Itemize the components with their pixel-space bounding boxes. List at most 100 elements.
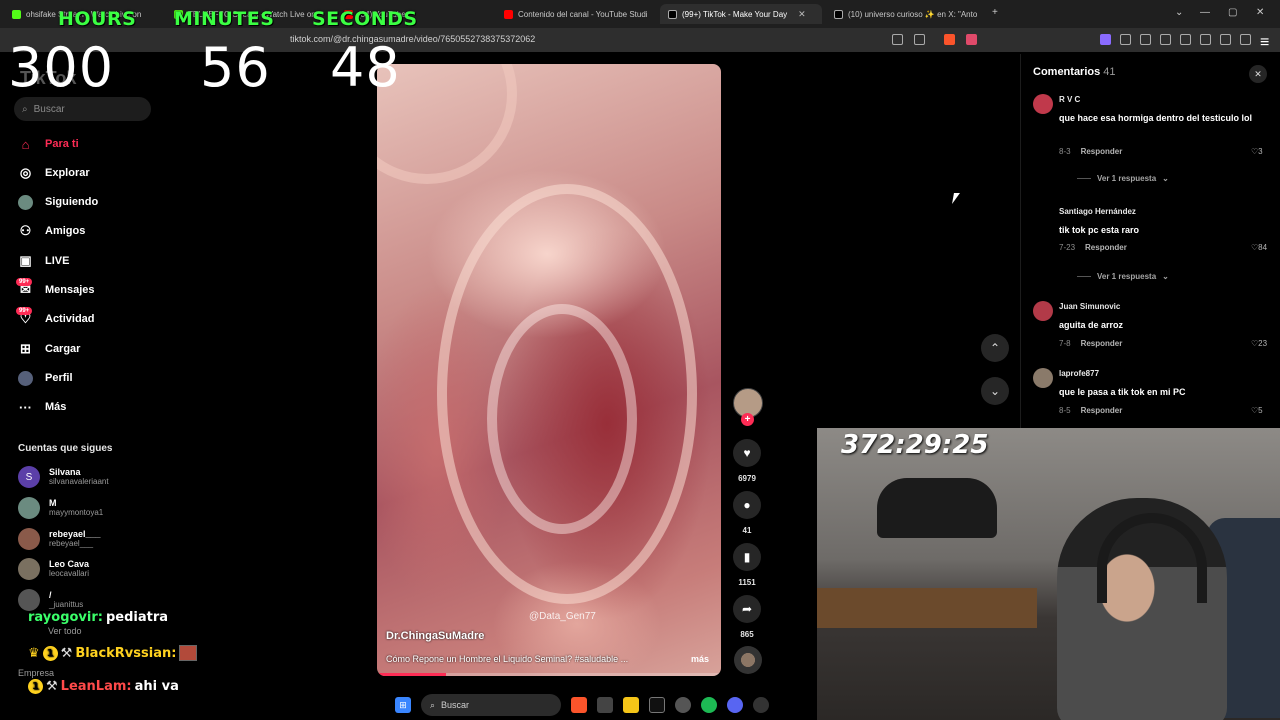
wallet-icon[interactable]	[1200, 34, 1211, 45]
more-button[interactable]: más	[691, 654, 709, 664]
nav-label: Para ti	[45, 138, 79, 150]
share-button[interactable]: ➦	[733, 595, 761, 623]
view-replies-button[interactable]: Ver 1 respuesta ⌄	[1077, 174, 1169, 183]
follow-plus-icon[interactable]: +	[741, 413, 754, 426]
comment-user[interactable]: Juan Simunovic	[1059, 302, 1120, 311]
view-replies-button[interactable]: Ver 1 respuesta ⌄	[1077, 272, 1169, 281]
translate-icon[interactable]	[892, 34, 903, 45]
next-video-button[interactable]: ⌄	[981, 377, 1009, 405]
chat-user: BlackRvssian:	[75, 645, 177, 661]
reply-button[interactable]: Responder	[1081, 339, 1123, 348]
screen: ohsifake Stream - Watch Live on TELUEFSO…	[0, 0, 1280, 720]
browser-tab-active[interactable]: (99+) TikTok - Make Your Day ✕	[660, 4, 822, 24]
nav-profile[interactable]: Perfil	[18, 367, 73, 389]
following-account[interactable]: Mmayymontoya1	[18, 495, 103, 521]
tab-list-icon[interactable]: ⌄	[1175, 7, 1183, 18]
nav-friends[interactable]: ⚇ Amigos	[18, 220, 86, 242]
following-account[interactable]: rebeyael___ rebeyael___	[18, 526, 101, 552]
maximize-icon[interactable]: ▢	[1228, 7, 1237, 18]
capcut-icon[interactable]	[649, 697, 665, 713]
reply-button[interactable]: Responder	[1081, 147, 1123, 156]
discord-icon[interactable]	[727, 697, 743, 713]
search-input[interactable]: ⌕ Buscar	[14, 97, 151, 121]
previous-video-button[interactable]: ⌃	[981, 334, 1009, 362]
divider	[1077, 276, 1091, 277]
nav-live[interactable]: ▣ LIVE	[18, 250, 69, 272]
extension-icon[interactable]	[1120, 34, 1131, 45]
leo-icon[interactable]	[1220, 34, 1231, 45]
comment-like-button[interactable]: ♡3	[1251, 147, 1263, 156]
like-button[interactable]: ♥	[733, 439, 761, 467]
task-view-icon[interactable]	[597, 697, 613, 713]
puzzle-icon[interactable]	[1140, 34, 1151, 45]
sidebar-icon[interactable]	[1180, 34, 1191, 45]
brave-icon[interactable]	[571, 697, 587, 713]
avatar[interactable]	[1033, 206, 1053, 226]
close-tab-icon[interactable]: ✕	[798, 9, 806, 20]
webcam-overlay: 372:29:25	[817, 428, 1280, 720]
comment-user[interactable]: laprofe877	[1059, 369, 1099, 378]
video-player[interactable]: @Data_Gen77 Dr.ChingaSuMadre Cómo Repone…	[377, 64, 721, 676]
youtube-studio-icon	[504, 9, 513, 19]
comment-button[interactable]: ●	[733, 491, 761, 519]
account-name: /	[49, 590, 52, 600]
nav-upload[interactable]: ⊞ Cargar	[18, 338, 80, 360]
view-replies-label: Ver 1 respuesta	[1097, 272, 1157, 281]
account-name: rebeyael___	[49, 529, 101, 539]
background-poster	[877, 478, 997, 538]
brave-shield-icon[interactable]	[944, 34, 955, 45]
close-window-icon[interactable]: ✕	[1256, 7, 1264, 18]
nav-explore[interactable]: ◎ Explorar	[18, 162, 90, 184]
music-disc-icon[interactable]	[734, 646, 762, 674]
extension-icon[interactable]	[1160, 34, 1171, 45]
nav-for-you[interactable]: ⌂ Para ti	[18, 133, 79, 155]
comment-user[interactable]: Santiago Hernández	[1059, 207, 1136, 216]
file-explorer-icon[interactable]	[623, 697, 639, 713]
vpn-icon[interactable]	[1240, 34, 1251, 45]
kick-icon	[12, 9, 21, 19]
video-progress-bar[interactable]	[377, 673, 721, 676]
url-field[interactable]: tiktok.com/@dr.chingasumadre/video/76505…	[290, 34, 535, 44]
avatar[interactable]	[1033, 301, 1053, 321]
comment-like-button[interactable]: ♡84	[1251, 243, 1267, 252]
app-icon[interactable]	[753, 697, 769, 713]
nav-more[interactable]: ··· Más	[18, 396, 66, 418]
browser-tab[interactable]: (10) universo curioso ✨ en X: "Anto✕	[826, 4, 986, 24]
brave-rewards-icon[interactable]	[966, 34, 977, 45]
nav-following[interactable]: Siguiendo	[18, 191, 98, 213]
spotify-icon[interactable]	[701, 697, 717, 713]
menu-icon[interactable]: ≡	[1260, 34, 1271, 51]
notification-badge: 99+	[16, 277, 33, 286]
following-account[interactable]: Leo Cava leocavallari	[18, 556, 89, 582]
windows-start-icon[interactable]: ⊞	[395, 697, 411, 713]
avatar[interactable]	[1033, 368, 1053, 388]
close-comments-button[interactable]: ✕	[1249, 65, 1267, 83]
save-button[interactable]: ▮	[733, 543, 761, 571]
reply-button[interactable]: Responder	[1081, 406, 1123, 415]
minimize-icon[interactable]: —	[1200, 7, 1210, 18]
extension-icon[interactable]	[1100, 34, 1111, 45]
nav-activity[interactable]: ♡ 99+ Actividad	[16, 306, 95, 330]
chat-message: ♛ 1 ⚒ BlackRvssian:	[28, 645, 198, 661]
following-account[interactable]: S Silvana silvanavaleriaant	[18, 464, 109, 490]
app-icon[interactable]	[675, 697, 691, 713]
nav-label: Actividad	[45, 313, 95, 325]
avatar	[18, 528, 40, 550]
taskbar-search[interactable]: ⌕ Buscar	[421, 694, 561, 716]
see-all-link[interactable]: Ver todo	[48, 626, 82, 636]
comment-meta: 8-5 Responder	[1059, 406, 1122, 415]
browser-tab[interactable]: Contenido del canal - YouTube Studi	[496, 4, 656, 24]
comment-like-button[interactable]: ♡23	[1251, 339, 1267, 348]
new-tab-icon[interactable]: +	[992, 7, 998, 18]
company-link[interactable]: Empresa	[18, 668, 54, 678]
avatar[interactable]	[1033, 94, 1053, 114]
comment-like-count: 84	[1258, 243, 1268, 252]
comment-user[interactable]: R V C	[1059, 95, 1080, 104]
cast-icon[interactable]	[914, 34, 925, 45]
comment-like-button[interactable]: ♡5	[1251, 406, 1263, 415]
reply-button[interactable]: Responder	[1085, 243, 1127, 252]
chat-message: rayogovir: pediatra	[28, 610, 168, 625]
nav-messages[interactable]: ✉ 99+ Mensajes	[16, 277, 95, 301]
video-author[interactable]: Dr.ChingaSuMadre	[386, 630, 484, 642]
following-icon	[18, 194, 33, 210]
